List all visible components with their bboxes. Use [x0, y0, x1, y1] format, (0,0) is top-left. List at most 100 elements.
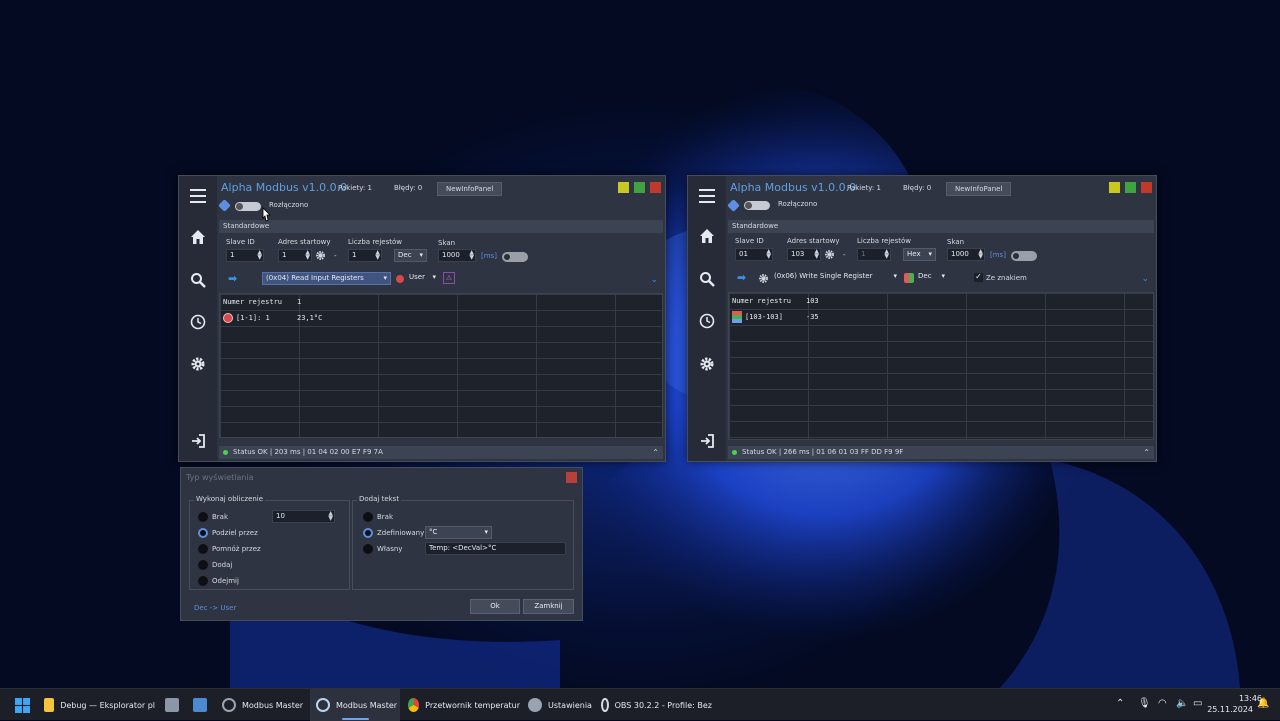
status-text: Status OK | 266 ms | 01 06 01 03 FF DD F…	[742, 448, 904, 456]
newinfopanel-button[interactable]: NewInfoPanel	[946, 182, 1012, 196]
defined-unit-select[interactable]: °C ▾	[425, 526, 492, 539]
warning-icon[interactable]: ⚠	[443, 272, 455, 284]
start-address-input[interactable]: 103 ▲ ▼	[787, 248, 821, 261]
register-row-value[interactable]: 23,1°C	[297, 314, 322, 322]
calc-option-none[interactable]: Brak	[198, 512, 228, 522]
spin-icon[interactable]: ▲ ▼	[814, 249, 819, 260]
maximize-button[interactable]	[1125, 182, 1136, 193]
arrow-right-icon[interactable]: ➡	[737, 271, 746, 284]
close-dialog-button[interactable]: Zamknij	[523, 599, 574, 614]
radio-icon	[198, 512, 208, 522]
minimize-button[interactable]	[1109, 182, 1120, 193]
spin-icon[interactable]: ▲ ▼	[469, 250, 474, 261]
calc-option-divide[interactable]: Podziel przez	[198, 528, 258, 538]
gear-icon[interactable]	[697, 354, 717, 374]
function-select[interactable]: (0x06) Write Single Register ▾	[771, 271, 900, 284]
spin-icon[interactable]: ▲ ▼	[375, 250, 380, 261]
display-type-select[interactable]: Dec ▾	[915, 271, 948, 284]
microphone-icon[interactable]: 🎙	[1138, 698, 1151, 709]
search-icon[interactable]	[697, 269, 717, 289]
home-icon[interactable]	[188, 227, 208, 247]
text-option-custom[interactable]: Własny	[363, 544, 402, 554]
taskbar-modbus-master-1[interactable]: Modbus Master	[218, 689, 304, 721]
scan-input[interactable]: 1000 ▲ ▼	[438, 249, 476, 262]
taskbar-explorer[interactable]: Debug — Eksplorator pl	[40, 689, 155, 721]
chevron-up-icon[interactable]: ⌃	[1143, 446, 1150, 459]
clock-icon[interactable]	[697, 311, 717, 331]
scan-toggle[interactable]	[502, 252, 528, 262]
slave-id-input[interactable]: 01 ▲ ▼	[735, 248, 773, 261]
address-gear-icon[interactable]	[824, 249, 835, 260]
start-button[interactable]	[10, 689, 34, 721]
address-gear-icon[interactable]	[315, 250, 326, 261]
connect-toggle[interactable]	[235, 202, 261, 211]
taskbar-modbus-master-2[interactable]: Modbus Master	[310, 689, 400, 721]
arrow-right-icon[interactable]: ➡	[228, 272, 237, 285]
taskbar-obs[interactable]: OBS 30.2.2 - Profile: Bez	[597, 689, 712, 721]
clock-icon[interactable]	[188, 312, 208, 332]
calc-value-input[interactable]: 10 ▲ ▼	[272, 510, 335, 523]
scan-toggle[interactable]	[1011, 251, 1037, 261]
ok-button[interactable]: Ok	[470, 599, 520, 614]
slave-id-input[interactable]: 1 ▲ ▼	[226, 249, 264, 262]
function-select[interactable]: (0x04) Read Input Registers ▾	[262, 272, 391, 285]
custom-text-input[interactable]: Temp: <DecVal>°C	[425, 542, 566, 555]
register-row-value[interactable]: -35	[806, 313, 819, 321]
text-option-defined[interactable]: Zdefiniowany	[363, 528, 424, 538]
taskbar-window-app[interactable]	[188, 689, 212, 721]
dialog-close-button[interactable]	[566, 472, 577, 483]
radio-icon	[198, 544, 208, 554]
format-select[interactable]: Hex ▾	[903, 248, 936, 261]
minimize-button[interactable]	[618, 182, 629, 193]
battery-icon[interactable]: ▭	[1193, 698, 1202, 709]
connect-toggle[interactable]	[744, 201, 770, 210]
spin-icon[interactable]: ▲ ▼	[305, 250, 310, 261]
spin-icon[interactable]: ▲ ▼	[978, 249, 983, 260]
register-row-label[interactable]: [103-103]	[745, 313, 783, 321]
speaker-icon[interactable]: 🔈	[1176, 698, 1188, 709]
clock-time[interactable]: 13:46	[1222, 694, 1262, 703]
expand-chevron-icon[interactable]: ⌄	[650, 275, 658, 285]
close-button[interactable]	[1141, 182, 1152, 193]
clock-date[interactable]: 25.11.2024	[1205, 705, 1253, 714]
tray-overflow-icon[interactable]: ⌃	[1116, 698, 1124, 709]
format-select[interactable]: Dec ▾	[394, 249, 427, 262]
taskbar-label: Modbus Master	[242, 700, 304, 710]
notification-bell-icon[interactable]: 🔔	[1257, 698, 1269, 709]
section-header: Standardowe	[728, 220, 1154, 233]
calc-option-add[interactable]: Dodaj	[198, 560, 232, 570]
logout-icon[interactable]	[188, 431, 208, 451]
gear-icon[interactable]	[188, 354, 208, 374]
calc-option-multiply[interactable]: Pomnóż przez	[198, 544, 261, 554]
register-count-input[interactable]: 1 ▲ ▼	[857, 248, 891, 261]
function-gear-icon[interactable]	[758, 273, 769, 284]
taskbar-label: Modbus Master	[336, 700, 398, 710]
spin-icon[interactable]: ▲ ▼	[884, 249, 889, 260]
taskbar-settings[interactable]: Ustawienia	[524, 689, 592, 721]
spin-icon[interactable]: ▲ ▼	[766, 249, 771, 260]
calc-option-subtract[interactable]: Odejmij	[198, 576, 239, 586]
logout-icon[interactable]	[697, 431, 717, 451]
wifi-icon[interactable]: ◠	[1158, 698, 1167, 709]
display-type-select[interactable]: User ▾	[406, 272, 439, 285]
home-icon[interactable]	[697, 226, 717, 246]
spin-icon[interactable]: ▲ ▼	[257, 250, 262, 261]
scan-input[interactable]: 1000 ▲ ▼	[947, 248, 985, 261]
chevron-up-icon[interactable]: ⌃	[652, 446, 659, 459]
signed-checkbox[interactable]: ✓	[974, 273, 983, 282]
newinfopanel-button[interactable]: NewInfoPanel	[437, 182, 503, 196]
close-button[interactable]	[650, 182, 661, 193]
register-count-input[interactable]: 1 ▲ ▼	[348, 249, 382, 262]
text-option-none[interactable]: Brak	[363, 512, 393, 522]
menu-icon[interactable]	[697, 186, 717, 206]
search-icon[interactable]	[188, 270, 208, 290]
taskbar-chrome[interactable]: Przetwornik temperatur	[404, 689, 520, 721]
maximize-button[interactable]	[634, 182, 645, 193]
spin-icon[interactable]: ▲ ▼	[328, 511, 333, 522]
taskbar-calculator[interactable]	[160, 689, 184, 721]
start-address-input[interactable]: 1 ▲ ▼	[278, 249, 312, 262]
expand-chevron-icon[interactable]: ⌄	[1141, 274, 1149, 284]
register-row-label[interactable]: [1-1]: 1	[236, 314, 270, 322]
menu-icon[interactable]	[188, 186, 208, 206]
option-label: Odejmij	[212, 577, 239, 585]
